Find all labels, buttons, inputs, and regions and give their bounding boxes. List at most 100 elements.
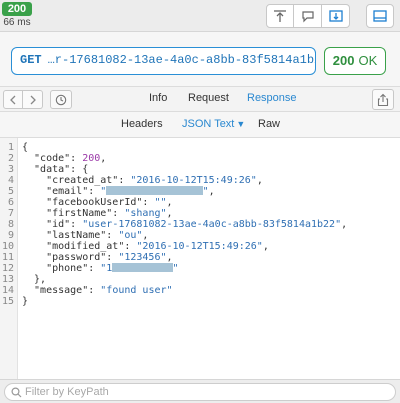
- code-text: "data": {: [22, 164, 88, 175]
- line-number: 7: [7, 208, 14, 219]
- code-line: 5 "email": " ",: [0, 186, 400, 197]
- split-view-button[interactable]: [322, 4, 350, 28]
- json-token: "message":: [22, 285, 101, 296]
- json-token: }: [22, 296, 29, 307]
- line-number: 15: [1, 296, 14, 307]
- json-token: "created_at":: [22, 175, 131, 186]
- panel-toggle-button[interactable]: [366, 4, 394, 28]
- line-number: 10: [1, 241, 14, 252]
- redacted-value: [106, 186, 203, 195]
- json-token: "facebookUserId":: [22, 197, 155, 208]
- code-line: 1{: [0, 142, 400, 153]
- code-text: "id": "user-17681082-13ae-4a0c-a8bb-83f5…: [22, 219, 347, 230]
- code-line: 10 "modified_at": "2016-10-12T15:49:26",: [0, 241, 400, 252]
- tab-response[interactable]: Response: [247, 92, 297, 104]
- chat-bubble-icon: [301, 11, 314, 23]
- json-token: ,: [100, 153, 107, 164]
- request-url-field[interactable]: GET …r-17681082-13ae-4a0c-a8bb-83f5814a1b…: [11, 47, 316, 75]
- json-token: "phone":: [22, 263, 101, 274]
- json-token: ,: [166, 252, 173, 263]
- json-token: ,: [341, 219, 348, 230]
- status-code-badge: 200: [2, 2, 32, 16]
- code-text: "message": "found user": [22, 285, 173, 296]
- code-line: 2 "code": 200,: [0, 153, 400, 164]
- history-button[interactable]: [50, 90, 72, 109]
- line-number: 6: [7, 197, 14, 208]
- code-text: "email": " ",: [22, 186, 215, 197]
- subtab-json-text[interactable]: JSON Text ▼: [182, 118, 245, 130]
- json-token: ,: [142, 230, 149, 241]
- code-line: 7 "firstName": "shang",: [0, 208, 400, 219]
- chevron-left-icon: [10, 95, 16, 104]
- detail-tabs-bar: Info Request Response: [0, 86, 400, 112]
- line-number: 1: [7, 142, 14, 153]
- code-text: "facebookUserId": "",: [22, 197, 172, 208]
- json-string: "123456": [118, 252, 167, 263]
- tab-info[interactable]: Info: [149, 92, 167, 104]
- layout-button-group: [266, 4, 350, 28]
- code-text: "code": 200,: [22, 153, 106, 164]
- share-button[interactable]: [372, 89, 394, 110]
- subtab-raw[interactable]: Raw: [258, 118, 280, 130]
- dropdown-caret-icon: ▼: [236, 119, 246, 129]
- line-number: 13: [1, 274, 14, 285]
- back-button[interactable]: [3, 90, 23, 109]
- code-line: 15}: [0, 296, 400, 307]
- subtab-headers[interactable]: Headers: [121, 118, 163, 130]
- filter-bar: [0, 379, 400, 403]
- request-method: GET: [20, 53, 42, 67]
- code-text: "password": "123456",: [22, 252, 173, 263]
- search-icon: [11, 387, 22, 398]
- line-number: 4: [7, 175, 14, 186]
- forward-button[interactable]: [23, 90, 43, 109]
- filter-box: [4, 383, 396, 401]
- json-token: "password":: [22, 252, 119, 263]
- json-token: "lastName":: [22, 230, 119, 241]
- json-token: ,: [208, 186, 215, 197]
- json-token: "email":: [22, 186, 101, 197]
- code-line: 13 },: [0, 274, 400, 285]
- line-number: 2: [7, 153, 14, 164]
- code-text: },: [22, 274, 46, 285]
- json-string: "1: [100, 263, 113, 274]
- json-string: "user-17681082-13ae-4a0c-a8bb-83f5814a1b…: [82, 219, 342, 230]
- json-token: ,: [166, 208, 173, 219]
- panel-toggle-group: [366, 4, 394, 28]
- split-view-icon: [328, 10, 343, 22]
- code-line: 6 "facebookUserId": "",: [0, 197, 400, 208]
- json-viewer[interactable]: 1{2 "code": 200, 3 "data": {4 "created_at…: [0, 138, 400, 379]
- json-token: "code":: [22, 153, 83, 164]
- line-number: 12: [1, 263, 14, 274]
- status-summary: 200 66 ms: [2, 2, 32, 28]
- code-text: "lastName": "ou",: [22, 230, 148, 241]
- json-token: "firstName":: [22, 208, 125, 219]
- code-text: "phone": "1 ": [22, 263, 179, 274]
- code-text: {: [22, 142, 28, 153]
- json-string: "2016-10-12T15:49:26": [130, 175, 257, 186]
- json-token: "modified_at":: [22, 241, 137, 252]
- chevron-right-icon: [30, 95, 36, 104]
- code-line: 4 "created_at": "2016-10-12T15:49:26",: [0, 175, 400, 186]
- json-token: "data": {: [22, 164, 89, 175]
- json-token: ,: [256, 175, 263, 186]
- code-text: "firstName": "shang",: [22, 208, 173, 219]
- json-number: 200: [82, 153, 101, 164]
- bubble-button[interactable]: [294, 4, 322, 28]
- code-text: "created_at": "2016-10-12T15:49:26",: [22, 175, 263, 186]
- align-top-button[interactable]: [266, 4, 294, 28]
- keypath-filter-input[interactable]: [25, 385, 385, 399]
- response-format-tabs: Headers JSON Text ▼ Raw: [0, 112, 400, 138]
- json-string: "found user": [100, 285, 173, 296]
- code-line: 14 "message": "found user": [0, 285, 400, 296]
- tab-request[interactable]: Request: [188, 92, 229, 104]
- line-number: 3: [7, 164, 14, 175]
- code-text: "modified_at": "2016-10-12T15:49:26",: [22, 241, 269, 252]
- align-top-icon: [274, 10, 286, 22]
- share-icon: [377, 93, 389, 106]
- line-number: 11: [1, 252, 14, 263]
- history-nav-buttons: [3, 90, 43, 109]
- response-status-badge[interactable]: 200 OK: [324, 47, 386, 75]
- clock-icon: [55, 94, 67, 105]
- json-token: ,: [262, 241, 269, 252]
- request-url: …r-17681082-13ae-4a0c-a8bb-83f5814a1b22: [47, 53, 316, 67]
